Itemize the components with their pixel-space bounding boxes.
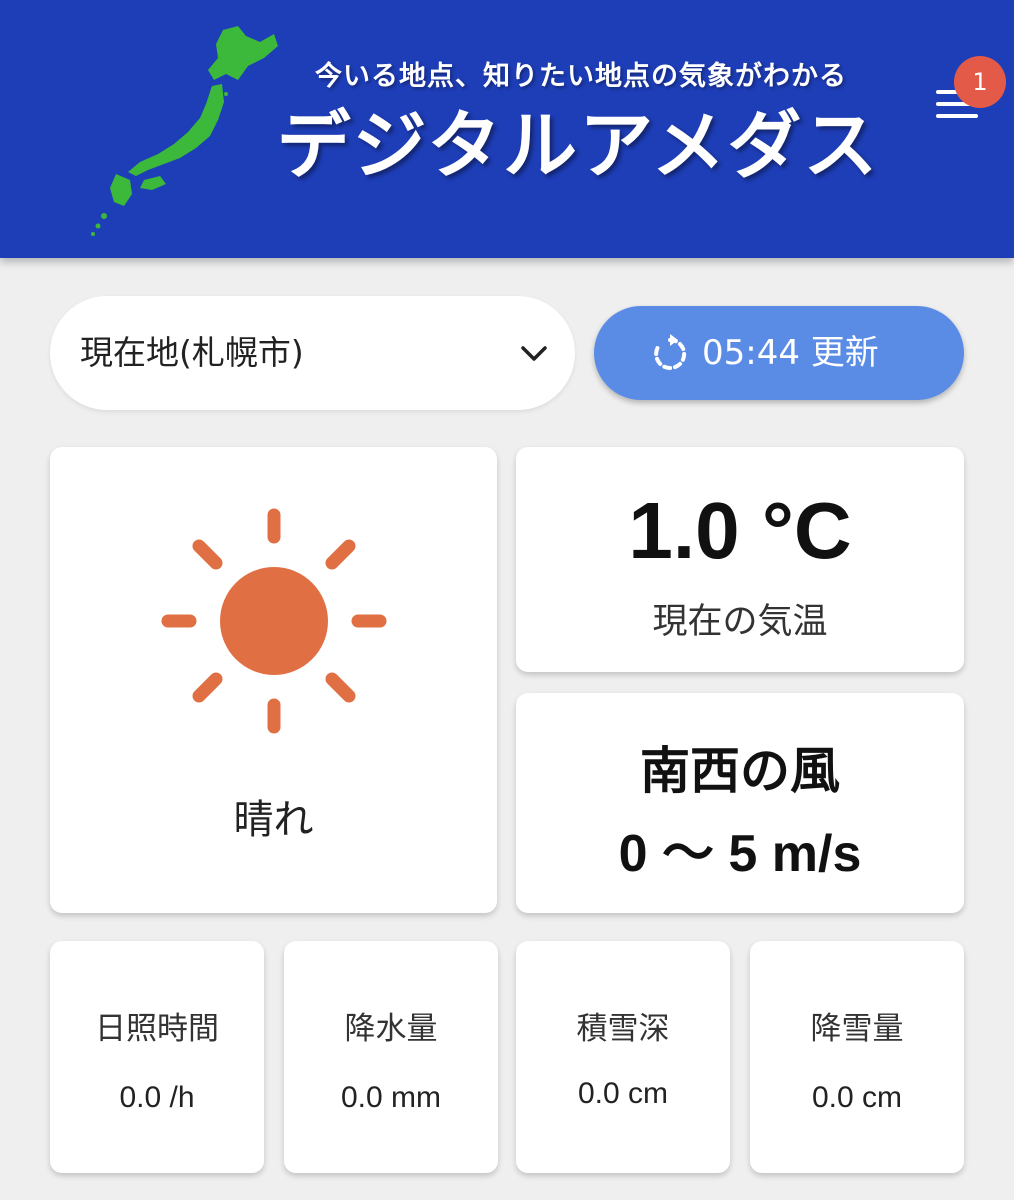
temperature-label: 現在の気温 <box>652 602 828 642</box>
stat-card-sunshine: 日照時間 0.0 /h <box>50 941 264 1173</box>
stat-value: 0.0 /h <box>119 1081 195 1114</box>
wind-speed: 0 〜 5 m/s <box>618 825 862 883</box>
app-header: 今いる地点、知りたい地点の気象がわかる デジタルアメダス 1 <box>0 0 1014 258</box>
stat-card-snowfall: 降雪量 0.0 cm <box>750 941 964 1173</box>
chevron-down-icon <box>521 346 547 361</box>
weather-condition-card: 晴れ <box>50 447 497 913</box>
sun-icon <box>161 508 387 734</box>
wind-card: 南西の風 0 〜 5 m/s <box>516 693 964 913</box>
stat-value: 0.0 cm <box>577 1077 669 1110</box>
app-title: デジタルアメダス <box>276 103 880 189</box>
stat-label: 日照時間 <box>95 1011 219 1047</box>
location-select[interactable]: 現在地(札幌市) <box>50 296 575 410</box>
notification-badge[interactable]: 1 <box>954 56 1006 108</box>
last-updated-label: 05:44 更新 <box>702 333 879 373</box>
refresh-button[interactable]: 05:44 更新 <box>594 306 964 400</box>
wind-direction: 南西の風 <box>640 742 840 800</box>
location-select-value: 現在地(札幌市) <box>80 333 304 372</box>
temperature-value: 1.0 °C <box>628 486 852 575</box>
stat-label: 降雪量 <box>810 1011 904 1047</box>
stat-value: 0.0 mm <box>340 1081 442 1114</box>
stat-card-snow-depth: 積雪深 0.0 cm <box>516 941 730 1173</box>
stat-label: 積雪深 <box>576 1011 670 1047</box>
temperature-card: 1.0 °C 現在の気温 <box>516 447 964 672</box>
weather-condition-label: 晴れ <box>233 797 314 843</box>
stat-label: 降水量 <box>344 1011 438 1047</box>
stat-value: 0.0 cm <box>811 1081 903 1114</box>
refresh-icon <box>654 334 687 370</box>
japan-map-logo <box>91 26 278 236</box>
stat-card-precipitation: 降水量 0.0 mm <box>284 941 498 1173</box>
